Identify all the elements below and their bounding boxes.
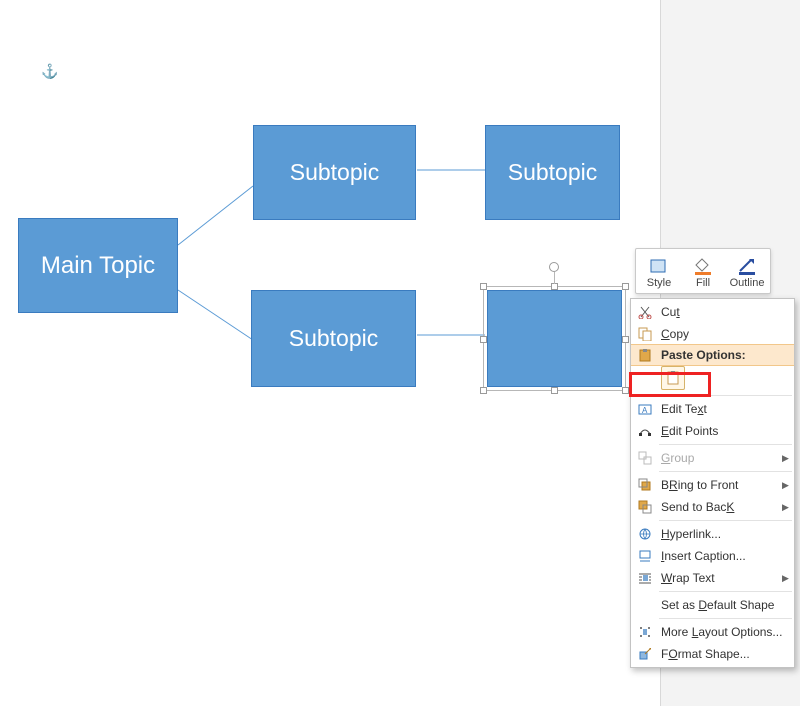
menu-bring-to-front[interactable]: BRing to Front ▶ [631, 474, 794, 496]
menu-cut[interactable]: Cut [631, 301, 794, 323]
document-canvas[interactable]: ⚓ Main Topic Subtopic Subtopic Subtopic [0, 0, 660, 706]
menu-label: Hyperlink... [661, 527, 782, 541]
edit-text-icon: A [635, 400, 655, 418]
format-shape-icon [635, 645, 655, 663]
submenu-arrow-icon: ▶ [782, 453, 788, 464]
menu-hyperlink[interactable]: Hyperlink... [631, 523, 794, 545]
caption-icon [635, 547, 655, 565]
mini-label: Fill [696, 277, 710, 289]
group-icon [635, 449, 655, 467]
hyperlink-icon [635, 525, 655, 543]
mini-label: Style [647, 277, 671, 289]
paste-option-button[interactable] [661, 366, 685, 390]
menu-insert-caption[interactable]: Insert Caption... [631, 545, 794, 567]
layout-icon [635, 623, 655, 641]
cut-icon [635, 303, 655, 321]
menu-label: BRing to Front [661, 478, 782, 492]
submenu-arrow-icon: ▶ [782, 573, 788, 584]
menu-label: Wrap Text [661, 571, 782, 585]
shape-subtopic-1[interactable]: Subtopic [253, 125, 416, 220]
menu-group: Group ▶ [631, 447, 794, 469]
rotate-handle[interactable] [549, 262, 559, 272]
menu-separator [659, 471, 792, 472]
style-icon [648, 253, 670, 275]
mini-style-button[interactable]: Style [642, 253, 676, 289]
mini-format-toolbar: Style Fill Outline [635, 248, 771, 294]
shape-subtopic-2[interactable]: Subtopic [485, 125, 620, 220]
send-back-icon [635, 498, 655, 516]
mini-label: Outline [730, 277, 765, 289]
shape-label: Subtopic [290, 159, 380, 186]
menu-label: Cut [661, 305, 782, 319]
shape-subtopic-3[interactable]: Subtopic [251, 290, 416, 387]
rotate-stem [554, 272, 555, 284]
svg-text:A: A [642, 406, 648, 415]
mini-fill-button[interactable]: Fill [686, 253, 720, 289]
submenu-arrow-icon: ▶ [782, 502, 788, 513]
menu-separator [659, 618, 792, 619]
blank-icon [635, 596, 655, 614]
shape-label: Subtopic [289, 325, 379, 352]
menu-paste-options-header: Paste Options: [631, 344, 794, 366]
menu-edit-points[interactable]: Edit Points [631, 420, 794, 442]
edit-points-icon [635, 422, 655, 440]
menu-edit-text[interactable]: A Edit Text [631, 398, 794, 420]
menu-separator [659, 444, 792, 445]
menu-label: Paste Options: [661, 348, 782, 362]
outline-icon [736, 253, 758, 275]
bring-front-icon [635, 476, 655, 494]
shape-subtopic-4-selected[interactable] [487, 290, 622, 387]
menu-more-layout[interactable]: More Layout Options... [631, 621, 794, 643]
submenu-arrow-icon: ▶ [782, 480, 788, 491]
menu-label: FOrmat Shape... [661, 647, 782, 661]
mini-outline-button[interactable]: Outline [730, 253, 764, 289]
menu-label: Insert Caption... [661, 549, 782, 563]
menu-label: Edit Text [661, 402, 782, 416]
menu-format-shape[interactable]: FOrmat Shape... [631, 643, 794, 665]
menu-label: Set as Default Shape [661, 598, 782, 612]
shape-context-menu: Cut Copy Paste Options: A Edit Text Edit… [630, 298, 795, 668]
menu-label: Group [661, 451, 782, 465]
menu-wrap-text[interactable]: Wrap Text ▶ [631, 567, 794, 589]
anchor-icon: ⚓ [41, 63, 58, 80]
shape-label: Main Topic [41, 252, 155, 280]
menu-label: Edit Points [661, 424, 782, 438]
fill-icon [692, 253, 714, 275]
menu-label: More Layout Options... [661, 625, 782, 639]
menu-label: Send to BacK [661, 500, 782, 514]
shape-label: Subtopic [508, 159, 598, 186]
wrap-text-icon [635, 569, 655, 587]
copy-icon [635, 325, 655, 343]
menu-set-default-shape[interactable]: Set as Default Shape [631, 594, 794, 616]
menu-separator [659, 591, 792, 592]
menu-label: Copy [661, 327, 782, 341]
menu-separator [659, 395, 792, 396]
menu-copy[interactable]: Copy [631, 323, 794, 345]
menu-separator [659, 520, 792, 521]
paste-icon [635, 346, 655, 364]
paste-options-row [631, 365, 794, 393]
shape-main-topic[interactable]: Main Topic [18, 218, 178, 313]
menu-send-to-back[interactable]: Send to BacK ▶ [631, 496, 794, 518]
